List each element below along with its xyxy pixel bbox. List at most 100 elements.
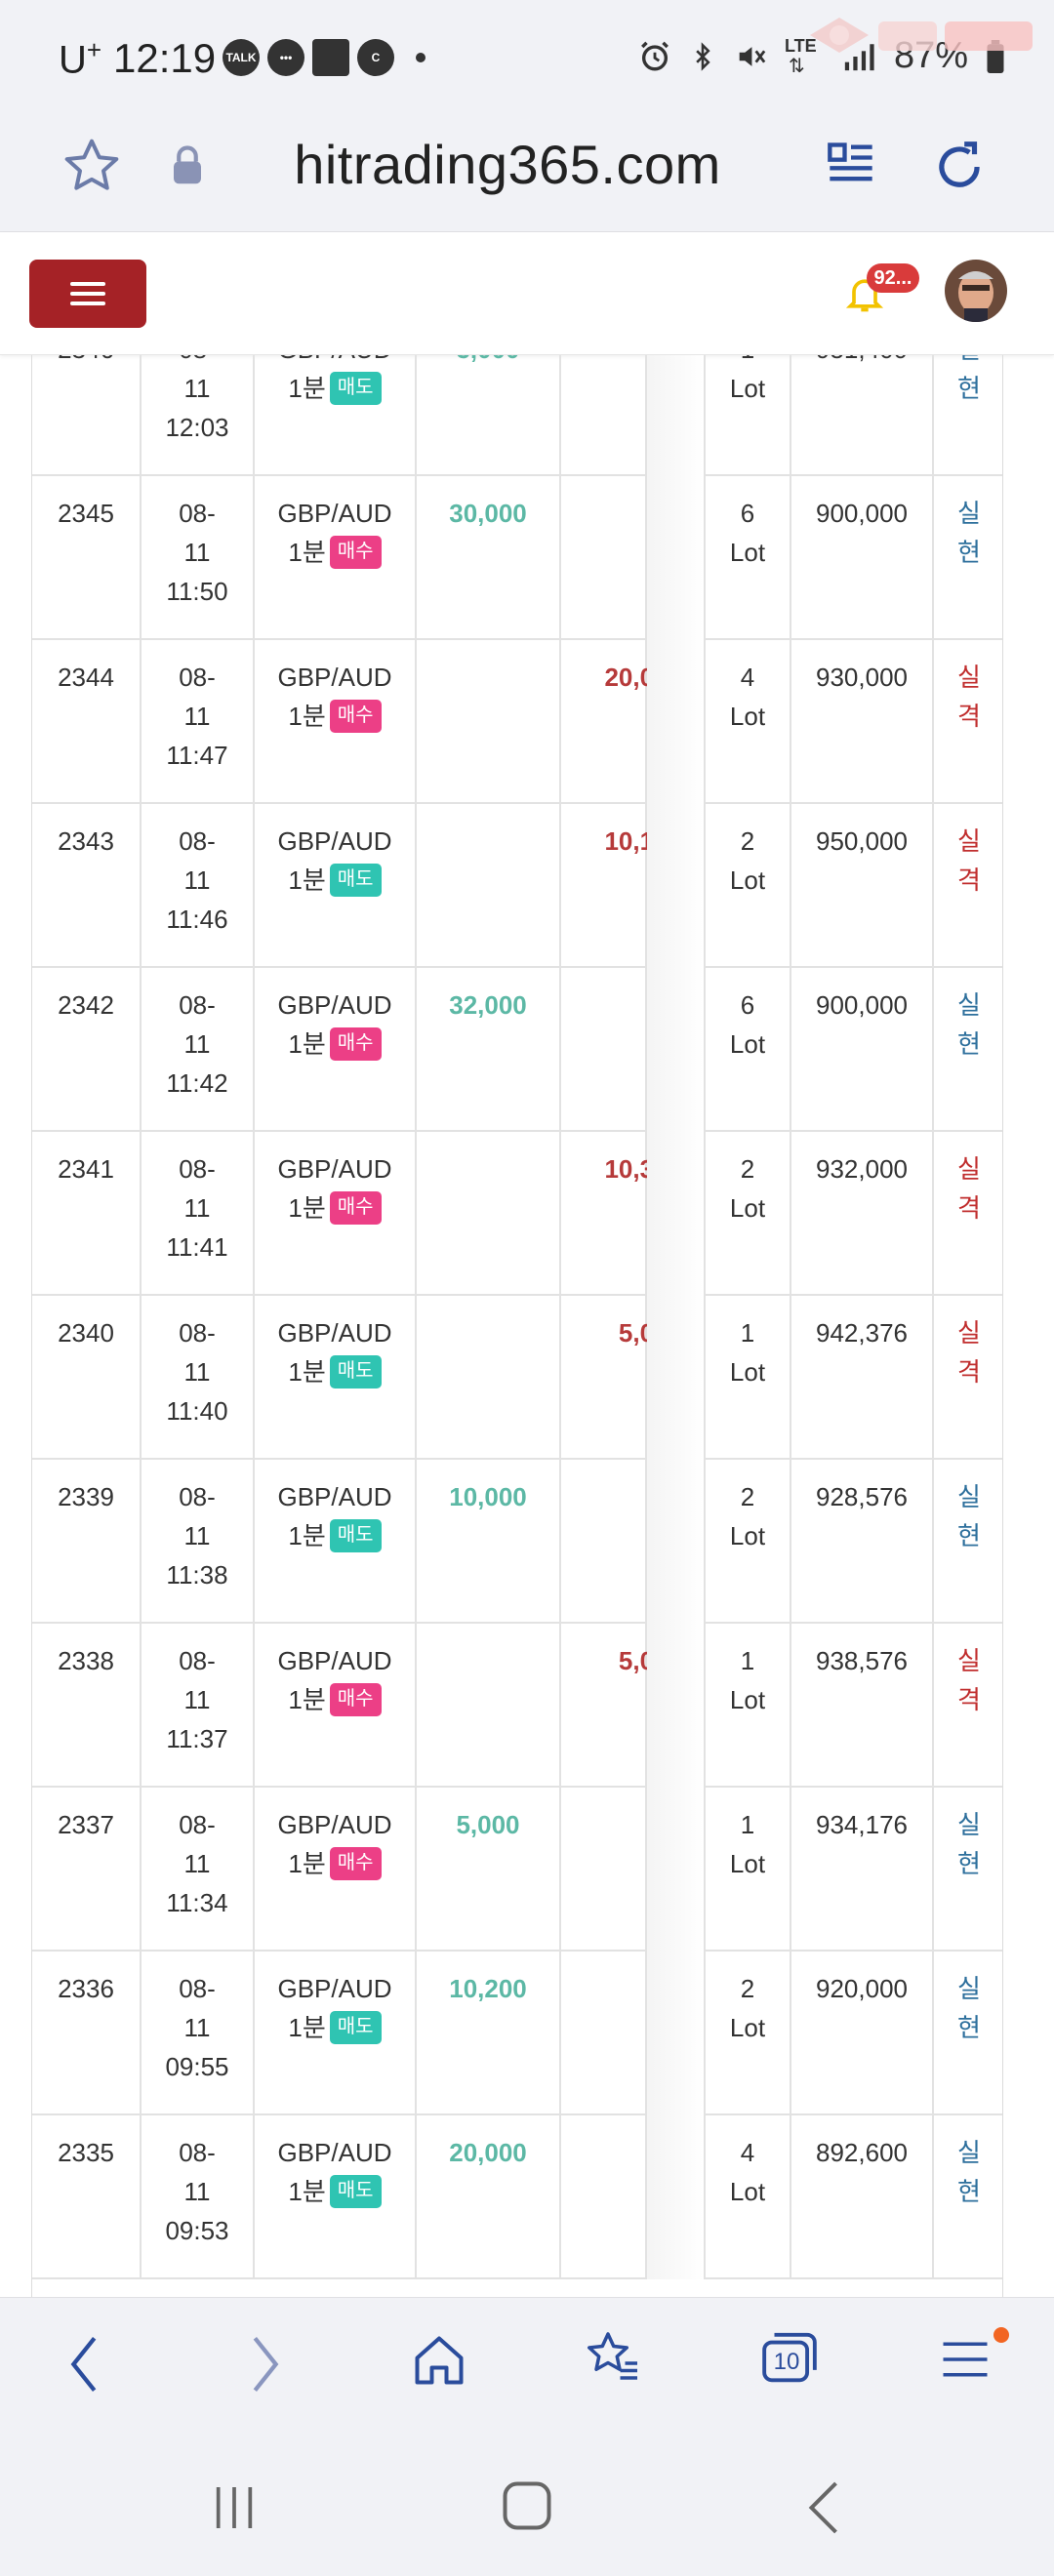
result-char-1: 실 [957,1646,981,1675]
trade-id: 2341 [32,1132,142,1296]
profit-value: 5,000 [456,1810,520,1839]
lot-unit: Lot [729,1685,766,1714]
result-char-1: 실 [957,2138,981,2167]
result-char-2: 현 [957,1029,981,1059]
lot-cell: 4 Lot [706,2115,791,2279]
trade-day: 11 [183,2013,211,2042]
balance-value: 938,576 [816,1646,908,1675]
trade-day: 11 [183,702,211,731]
trade-id: 2344 [32,640,142,804]
loss-cell [561,1460,647,1624]
status-bar: U+ 12:19 TALK ••• C LTE ⇅ 87% [0,0,1054,115]
user-avatar[interactable] [945,260,1007,322]
result-cell: 실현 [934,355,1002,476]
trade-pair: GBP/AUD 1분매도 [255,1296,417,1460]
loss-cell [561,2115,647,2279]
recent-apps-icon[interactable] [205,2480,264,2535]
update-dot [993,2327,1009,2343]
result-cell: 실격 [934,1624,1002,1788]
lot-unit: Lot [729,1357,766,1387]
result-cell: 실격 [934,804,1002,968]
bookmark-star-icon[interactable] [61,135,123,197]
trade-clock: 09:55 [165,2052,229,2081]
lock-icon[interactable] [170,144,205,185]
trade-day: 11 [183,1029,211,1059]
back-icon[interactable] [64,2333,103,2395]
trade-period: 1분 [288,1029,326,1059]
bookmarks-icon[interactable] [584,2327,642,2390]
profit-cell: 20,000 [417,2115,561,2279]
tabs-icon[interactable]: 10 [759,2327,820,2388]
loss-cell: 20,000 [561,640,682,804]
trade-pair: GBP/AUD 1분매도 [255,804,417,968]
currency-pair: GBP/AUD [277,499,392,528]
trade-time: 08- 11 12:03 [142,355,255,476]
table-row: 2339 08- 11 11:38 GBP/AUD 1분 매도 10,000 2 Lot 928,5… [32,1460,1002,1624]
reader-mode-icon[interactable] [826,139,876,189]
trade-period: 1분 [288,1521,326,1550]
reload-icon[interactable] [929,137,990,197]
trade-id-text: 2339 [58,1482,114,1511]
trade-pair: GBP/AUD 1분 매수 [255,476,417,640]
alarm-icon [640,41,669,70]
trade-id: 2342 [32,968,142,1132]
balance-value: 900,000 [816,499,908,528]
result-char-1: 실 [957,1318,981,1348]
home-button-icon[interactable] [498,2476,556,2535]
forward-icon[interactable] [246,2333,285,2395]
lot-unit: Lot [729,538,766,567]
result-char-1: 실 [957,1482,981,1511]
table-row: 2344 08- 11 11:47 GBP/AUD 1분 매수 20,000 4 Lot 930,0… [32,640,1002,804]
trade-id: 2337 [32,1788,142,1952]
trade-id-text: 2340 [58,1318,114,1348]
trade-side-badge: 매수 [329,1683,382,1717]
lot-unit: Lot [729,1193,766,1223]
trade-period: 1분 [288,374,326,403]
trade-date: 08- [179,1646,216,1675]
table-row: 2336 08- 11 09:55 GBP/AUD 1분 매도 10,200 2 Lot 920,0… [32,1952,1002,2115]
system-back-icon[interactable] [802,2478,845,2537]
result-char-1: 실 [957,499,981,528]
trade-pair: GBP/AUD 1분 매수 [255,1624,417,1788]
currency-pair: GBP/AUD [277,1154,392,1184]
hamburger-menu-button[interactable] [29,260,146,328]
trade-history-table: 234608-1112:03GBP/AUD1분매도5,0001Lot951,40… [31,355,1003,2297]
trade-pair: GBP/AUD 1분매도 [255,1460,417,1624]
result-char-2: 격 [957,865,981,895]
trade-date: 08- [179,826,216,856]
menu-icon[interactable] [939,2333,992,2386]
trade-side-badge: 매수 [329,1191,382,1226]
profit-cell: 5,000 [417,355,561,476]
balance-cell: 942,376 [791,1296,934,1460]
currency-pair: GBP/AUD [277,990,392,1020]
trade-date: 08- [179,1810,216,1839]
more-notifications-dot [416,53,426,62]
spacer-cell [647,968,706,1132]
lot-unit: Lot [729,1849,766,1878]
balance-cell: 950,000 [791,804,934,968]
trade-time: 08- 11 09:53 [142,2115,255,2279]
trade-clock: 11:47 [166,741,228,770]
mute-icon [739,46,766,66]
balance-value: 950,000 [816,826,908,856]
home-icon[interactable] [410,2329,468,2392]
result-cell: 실현 [934,968,1002,1132]
trade-pair: GBP/AUD 1분 매수 [255,640,417,804]
trade-day: 11 [183,538,211,567]
result-char-2: 격 [957,702,981,731]
lot-unit: Lot [729,702,766,731]
trade-id-text: 2346 [58,355,114,364]
table-row: 2343 08- 11 11:46 GBP/AUD 1분 매도 10,160 2 Lot 950,0… [32,804,1002,968]
result-cell: 실격 [934,1132,1002,1296]
bluetooth-icon [696,41,710,71]
balance-cell: 951,400 [791,355,934,476]
trade-side-badge: 매도 [329,2175,382,2209]
trade-id-text: 2341 [58,1154,114,1184]
balance-value: 942,376 [816,1318,908,1348]
url-bar[interactable]: hitrading365.com [244,133,771,196]
table-row: 2345 08- 11 11:50 GBP/AUD 1분 매수 30,000 6 Lot 900,0… [32,476,1002,640]
lot-unit: Lot [729,2177,766,2206]
lot-unit: Lot [729,865,766,895]
result-char-1: 실 [957,826,981,856]
lot-count: 2 [740,1482,755,1511]
